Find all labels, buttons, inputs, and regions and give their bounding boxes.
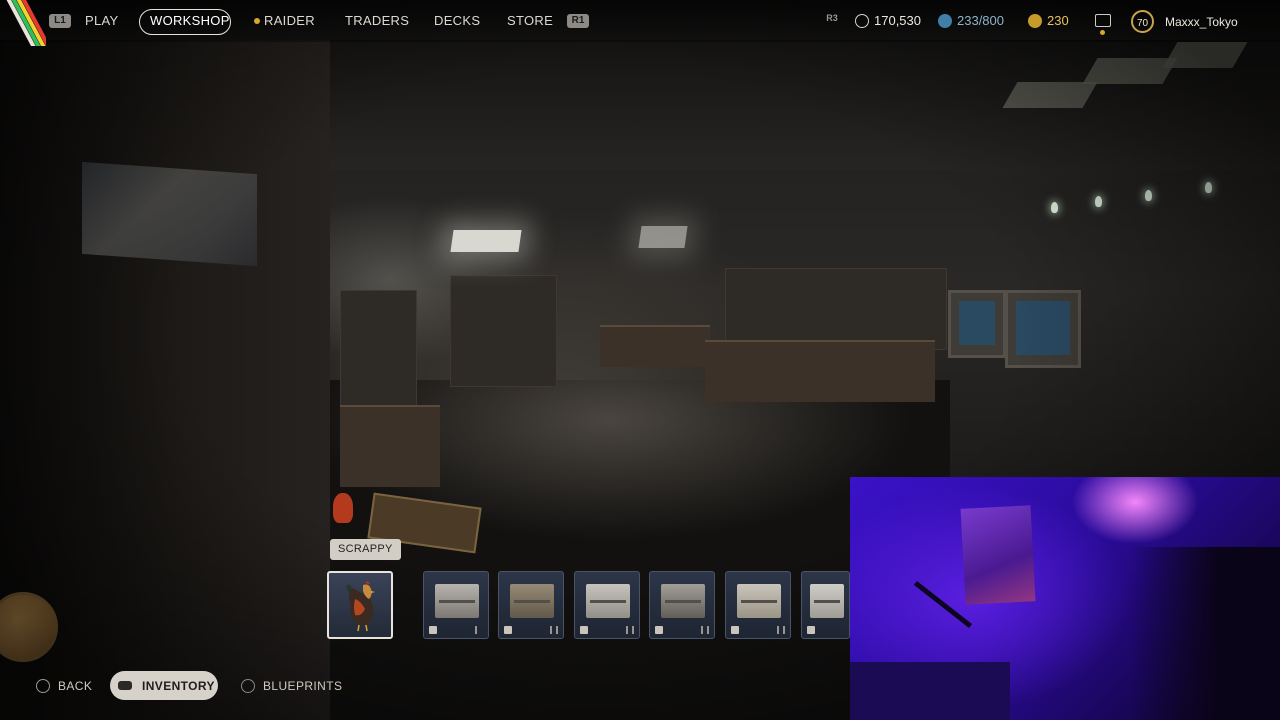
item-tooltip: SCRAPPY — [330, 539, 401, 560]
player-username[interactable]: Maxxx_Tokyo — [1165, 15, 1238, 29]
nav-workshop[interactable]: WORKSHOP — [150, 13, 230, 28]
game-logo — [0, 0, 46, 46]
nav-decks[interactable]: DECKS — [434, 13, 480, 28]
credits-icon — [855, 13, 869, 28]
tier-icon — [475, 626, 483, 634]
coins-icon — [1028, 13, 1042, 28]
tier-icon — [777, 626, 785, 634]
r3-button-hint: R3 — [826, 13, 838, 23]
workbench-icon — [661, 584, 705, 618]
hotbar-slot-workbench[interactable] — [574, 571, 640, 639]
top-navigation: L1 PLAY WORKSHOP RAIDER TRADERS DECKS ST… — [0, 0, 1280, 46]
hotbar-slot-scrappy[interactable] — [327, 571, 393, 639]
workbench-icon — [810, 584, 844, 618]
workbench-icon — [586, 584, 630, 618]
category-icon — [731, 626, 739, 634]
tier-icon — [701, 626, 709, 634]
coins-value: 230 — [1047, 13, 1069, 28]
mic-arm — [913, 580, 973, 629]
workbench-icon — [510, 584, 554, 618]
r1-button-hint: R1 — [567, 14, 589, 28]
triangle-button-icon — [241, 678, 255, 693]
category-icon — [429, 626, 437, 634]
shadow — [1130, 547, 1280, 720]
tier-icon — [626, 626, 634, 634]
blueprints-label: BLUEPRINTS — [263, 679, 343, 693]
back-label: BACK — [58, 679, 93, 693]
category-icon — [580, 626, 588, 634]
nav-traders[interactable]: TRADERS — [345, 13, 409, 28]
nav-store[interactable]: STORE — [507, 13, 553, 28]
category-icon — [504, 626, 512, 634]
wall-poster — [960, 505, 1036, 605]
workbench-icon — [435, 584, 479, 618]
inventory-control[interactable]: INVENTORY — [118, 679, 215, 693]
blueprints-control[interactable]: BLUEPRINTS — [241, 678, 343, 694]
credits-stat: 170,530 — [855, 13, 921, 29]
touchpad-icon — [118, 681, 132, 691]
nav-play[interactable]: PLAY — [85, 13, 118, 28]
category-icon — [655, 626, 663, 634]
credits-value: 170,530 — [874, 13, 921, 28]
hotbar-slot-workbench[interactable] — [423, 571, 489, 639]
rooster-icon — [346, 581, 375, 632]
nav-raider[interactable]: RAIDER — [254, 13, 315, 28]
mail-icon[interactable] — [1095, 14, 1111, 27]
back-control[interactable]: BACK — [36, 678, 93, 694]
hotbar-slot-workbench[interactable] — [801, 571, 850, 639]
category-icon — [807, 626, 815, 634]
capacity-value: 233/800 — [957, 13, 1004, 28]
hotbar-slot-workbench[interactable] — [649, 571, 715, 639]
workbench-icon — [737, 584, 781, 618]
hotbar-slot-workbench[interactable] — [725, 571, 791, 639]
capacity-stat: 233/800 — [938, 13, 1004, 29]
inventory-label: INVENTORY — [142, 679, 215, 693]
hotbar-slot-workbench[interactable] — [498, 571, 564, 639]
capacity-icon — [938, 13, 952, 28]
tier-icon — [550, 626, 558, 634]
notification-dot — [1100, 30, 1105, 35]
desk — [850, 662, 1010, 720]
nav-raider-label: RAIDER — [264, 13, 315, 28]
l1-button-hint: L1 — [49, 14, 71, 28]
raider-icon — [254, 17, 260, 24]
player-level-badge[interactable]: 70 — [1131, 10, 1154, 33]
coins-stat: 230 — [1028, 13, 1069, 29]
webcam-overlay — [850, 477, 1280, 720]
circle-button-icon — [36, 678, 50, 693]
